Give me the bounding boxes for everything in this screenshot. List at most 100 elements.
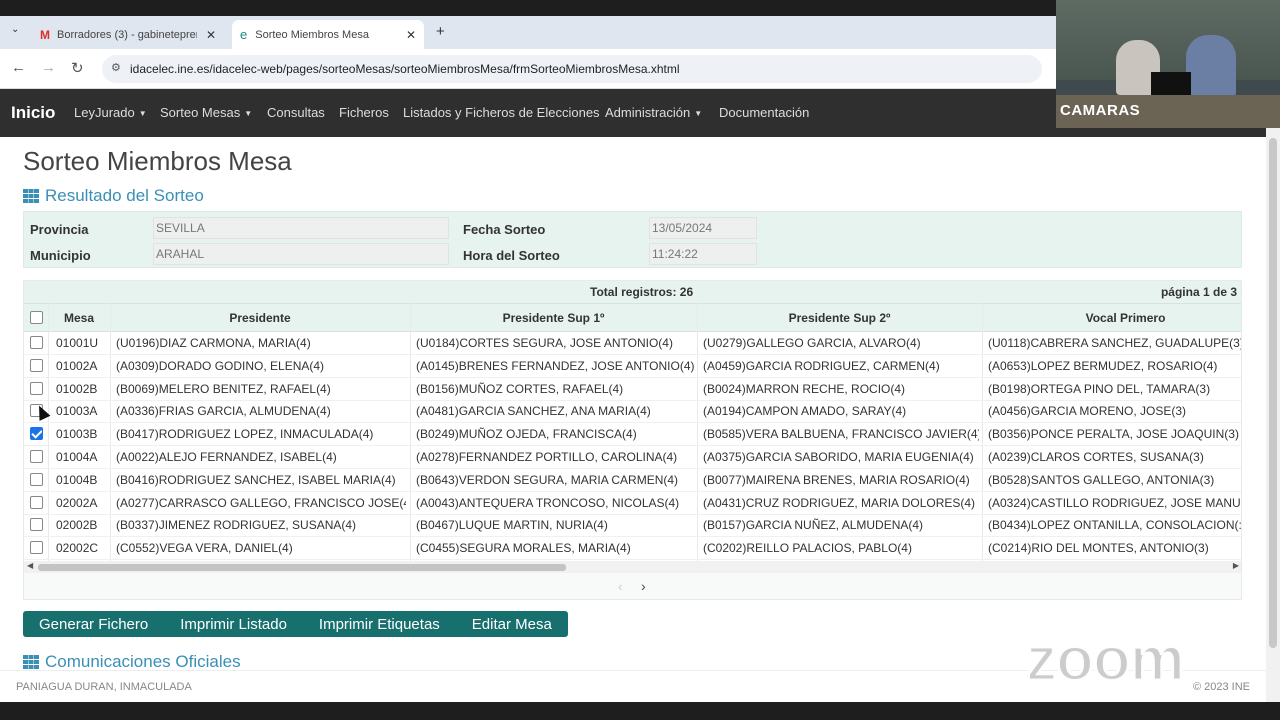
cell-presidente-sup1: (A0278)FERNANDEZ PORTILLO, CAROLINA(4) bbox=[416, 450, 678, 464]
cell-vocal-primero: (B0356)PONCE PERALTA, JOSE JOAQUIN(3) bbox=[988, 427, 1239, 442]
table-row[interactable]: 02002C (C0552)VEGA VERA, DANIEL(4) (C0455)… bbox=[24, 537, 1241, 561]
footer-copyright: © 2023 INE bbox=[1192, 681, 1250, 693]
nav-consultas[interactable]: Consultas bbox=[267, 105, 325, 120]
next-page-icon[interactable]: › bbox=[641, 578, 646, 594]
nav-leyjurado[interactable]: LeyJurado ▼ bbox=[74, 105, 147, 120]
nav-documentacion[interactable]: Documentación bbox=[719, 105, 809, 120]
scroll-right-icon[interactable]: ▶ bbox=[1233, 561, 1239, 570]
generar-fichero-button[interactable]: Generar Fichero bbox=[23, 611, 164, 637]
vscroll-thumb[interactable] bbox=[1269, 138, 1277, 648]
close-tab-icon[interactable]: ✕ bbox=[206, 28, 216, 42]
horizontal-scrollbar[interactable]: ◀ ▶ bbox=[24, 561, 1241, 573]
nav-listados[interactable]: Listados y Ficheros de Elecciones bbox=[403, 105, 600, 120]
nav-sorteo-mesas[interactable]: Sorteo Mesas ▼ bbox=[160, 105, 252, 120]
imprimir-etiquetas-button[interactable]: Imprimir Etiquetas bbox=[303, 611, 456, 637]
table-row[interactable]: 01002B (B0069)MELERO BENITEZ, RAFAEL(4) (B… bbox=[24, 378, 1241, 401]
table-row[interactable]: 01004A (A0022)ALEJO FERNANDEZ, ISABEL(4) (… bbox=[24, 446, 1241, 469]
col-mesa[interactable]: Mesa bbox=[48, 311, 110, 325]
url-field[interactable]: ⚙ idacelec.ine.es/idacelec-web/pages/sor… bbox=[102, 55, 1042, 83]
row-checkbox[interactable] bbox=[30, 358, 43, 372]
nav-administracion[interactable]: Administración ▼ bbox=[605, 105, 702, 120]
camera-video-overlay: CAMARAS bbox=[1056, 0, 1280, 128]
table-row[interactable]: 01003B (B0417)RODRIGUEZ LOPEZ, INMACULADA… bbox=[24, 423, 1241, 447]
action-button-group: Generar Fichero Imprimir Listado Imprimi… bbox=[23, 611, 568, 637]
cell-vocal-primero: (B0528)SANTOS GALLEGO, ANTONIA(3) bbox=[988, 472, 1215, 487]
tab-sorteo[interactable]: e Sorteo Miembros Mesa ✕ bbox=[232, 20, 424, 49]
col-presidente-sup2[interactable]: Presidente Sup 2º bbox=[697, 311, 982, 325]
nav-brand-inicio[interactable]: Inicio bbox=[11, 103, 55, 123]
ine-icon: e bbox=[240, 27, 248, 42]
new-tab-icon[interactable]: + bbox=[436, 23, 445, 40]
table-caption: Total registros: 26 página 1 de 3 bbox=[24, 281, 1241, 303]
close-tab-icon[interactable]: ✕ bbox=[406, 28, 416, 42]
cell-presidente: (C0552)VEGA VERA, DANIEL(4) bbox=[116, 541, 293, 556]
reload-icon[interactable]: ↻ bbox=[71, 59, 84, 77]
cell-presidente: (U0196)DIAZ CARMONA, MARIA(4) bbox=[116, 336, 311, 350]
cell-presidente-sup1: (A0145)BRENES FERNANDEZ, JOSE ANTONIO(4) bbox=[416, 358, 694, 373]
editar-mesa-button[interactable]: Editar Mesa bbox=[456, 611, 568, 637]
row-checkbox[interactable] bbox=[30, 518, 43, 532]
cell-presidente-sup1: (B0156)MUÑOZ CORTES, RAFAEL(4) bbox=[416, 381, 624, 396]
fecha-sorteo-field[interactable]: 13/05/2024 bbox=[649, 217, 757, 239]
prev-page-icon[interactable]: ‹ bbox=[618, 579, 622, 594]
tab-list-icon[interactable]: ⌄ bbox=[11, 24, 19, 35]
cell-presidente-sup2: (A0375)GARCIA SABORIDO, MARIA EUGENIA(4) bbox=[703, 450, 974, 464]
row-checkbox[interactable] bbox=[30, 381, 43, 395]
cell-vocal-primero: (B0198)ORTEGA PINO DEL, TAMARA(3) bbox=[988, 381, 1211, 396]
table-row[interactable]: 01002A (A0309)DORADO GODINO, ELENA(4) (A01… bbox=[24, 355, 1241, 378]
vertical-scrollbar[interactable] bbox=[1266, 128, 1280, 702]
cell-presidente: (B0337)JIMENEZ RODRIGUEZ, SUSANA(4) bbox=[116, 518, 357, 533]
forward-icon[interactable]: → bbox=[41, 59, 56, 76]
cell-mesa: 01001U bbox=[56, 336, 99, 350]
tab-gmail-label: Borradores (3) - gabinetepren bbox=[57, 28, 197, 41]
info-panel: Provincia SEVILLA Municipio ARAHAL Fecha… bbox=[23, 211, 1242, 268]
col-presidente-sup1[interactable]: Presidente Sup 1º bbox=[410, 311, 697, 325]
tab-gmail[interactable]: M Borradores (3) - gabinetepren ✕ bbox=[32, 20, 224, 49]
url-text: idacelec.ine.es/idacelec-web/pages/sorte… bbox=[130, 62, 680, 76]
cell-mesa: 01003B bbox=[56, 427, 98, 442]
os-bottom-bar bbox=[0, 702, 1280, 720]
cell-mesa: 02002A bbox=[56, 495, 98, 510]
nav-ficheros[interactable]: Ficheros bbox=[339, 105, 389, 120]
imprimir-listado-button[interactable]: Imprimir Listado bbox=[164, 611, 303, 637]
caret-down-icon: ▼ bbox=[138, 109, 147, 119]
row-checkbox[interactable] bbox=[30, 541, 43, 555]
col-presidente[interactable]: Presidente bbox=[110, 311, 410, 325]
cell-presidente: (B0069)MELERO BENITEZ, RAFAEL(4) bbox=[116, 381, 331, 396]
section-resultado-sorteo: Resultado del Sorteo bbox=[23, 186, 204, 206]
hora-sorteo-field[interactable]: 11:24:22 bbox=[649, 243, 757, 265]
camera-label: CAMARAS bbox=[1060, 102, 1141, 119]
cell-mesa: 01004B bbox=[56, 472, 98, 487]
table-row[interactable]: 02002A (A0277)CARRASCO GALLEGO, FRANCISCO… bbox=[24, 492, 1242, 515]
provincia-field[interactable]: SEVILLA bbox=[153, 217, 449, 239]
caret-down-icon: ▼ bbox=[244, 109, 253, 119]
cell-vocal-primero: (A0324)CASTILLO RODRIGUEZ, JOSE MANUE bbox=[988, 495, 1242, 510]
table-header-row: Mesa Presidente Presidente Sup 1º Presid… bbox=[24, 303, 1241, 332]
municipio-field[interactable]: ARAHAL bbox=[153, 243, 449, 265]
row-checkbox[interactable] bbox=[30, 472, 43, 486]
row-checkbox[interactable] bbox=[30, 336, 43, 349]
cell-presidente: (A0309)DORADO GODINO, ELENA(4) bbox=[116, 358, 325, 373]
grid-icon bbox=[23, 655, 39, 669]
table-row[interactable]: 01001U (U0196)DIAZ CARMONA, MARIA(4) (U018… bbox=[24, 332, 1241, 355]
table-row[interactable]: 01003A (A0336)FRIAS GARCIA, ALMUDENA(4) (A… bbox=[24, 400, 1241, 424]
tab-sorteo-label: Sorteo Miembros Mesa bbox=[255, 28, 369, 41]
row-checkbox[interactable] bbox=[30, 450, 43, 463]
address-bar-row: ← → ↻ ⚙ idacelec.ine.es/idacelec-web/pag… bbox=[0, 49, 1056, 89]
table-row[interactable]: 01004B (B0416)RODRIGUEZ SANCHEZ, ISABEL M… bbox=[24, 469, 1241, 492]
back-icon[interactable]: ← bbox=[11, 59, 26, 76]
row-checkbox[interactable] bbox=[30, 427, 43, 441]
scroll-left-icon[interactable]: ◀ bbox=[27, 561, 33, 570]
hora-sorteo-label: Hora del Sorteo bbox=[463, 248, 560, 263]
cell-mesa: 01002A bbox=[56, 358, 98, 373]
col-vocal-primero[interactable]: Vocal Primero bbox=[982, 311, 1241, 325]
section-comunicaciones: Comunicaciones Oficiales bbox=[23, 652, 241, 672]
select-all-checkbox[interactable] bbox=[30, 311, 43, 324]
fecha-sorteo-label: Fecha Sorteo bbox=[463, 222, 546, 237]
zoom-watermark: zoom bbox=[1025, 624, 1187, 696]
site-info-icon[interactable]: ⚙ bbox=[111, 61, 121, 74]
row-checkbox[interactable] bbox=[30, 495, 43, 509]
table-row[interactable]: 02002B (B0337)JIMENEZ RODRIGUEZ, SUSANA(4… bbox=[24, 514, 1241, 538]
scroll-thumb[interactable] bbox=[38, 564, 566, 571]
cell-presidente-sup1: (C0455)SEGURA MORALES, MARIA(4) bbox=[416, 541, 631, 556]
